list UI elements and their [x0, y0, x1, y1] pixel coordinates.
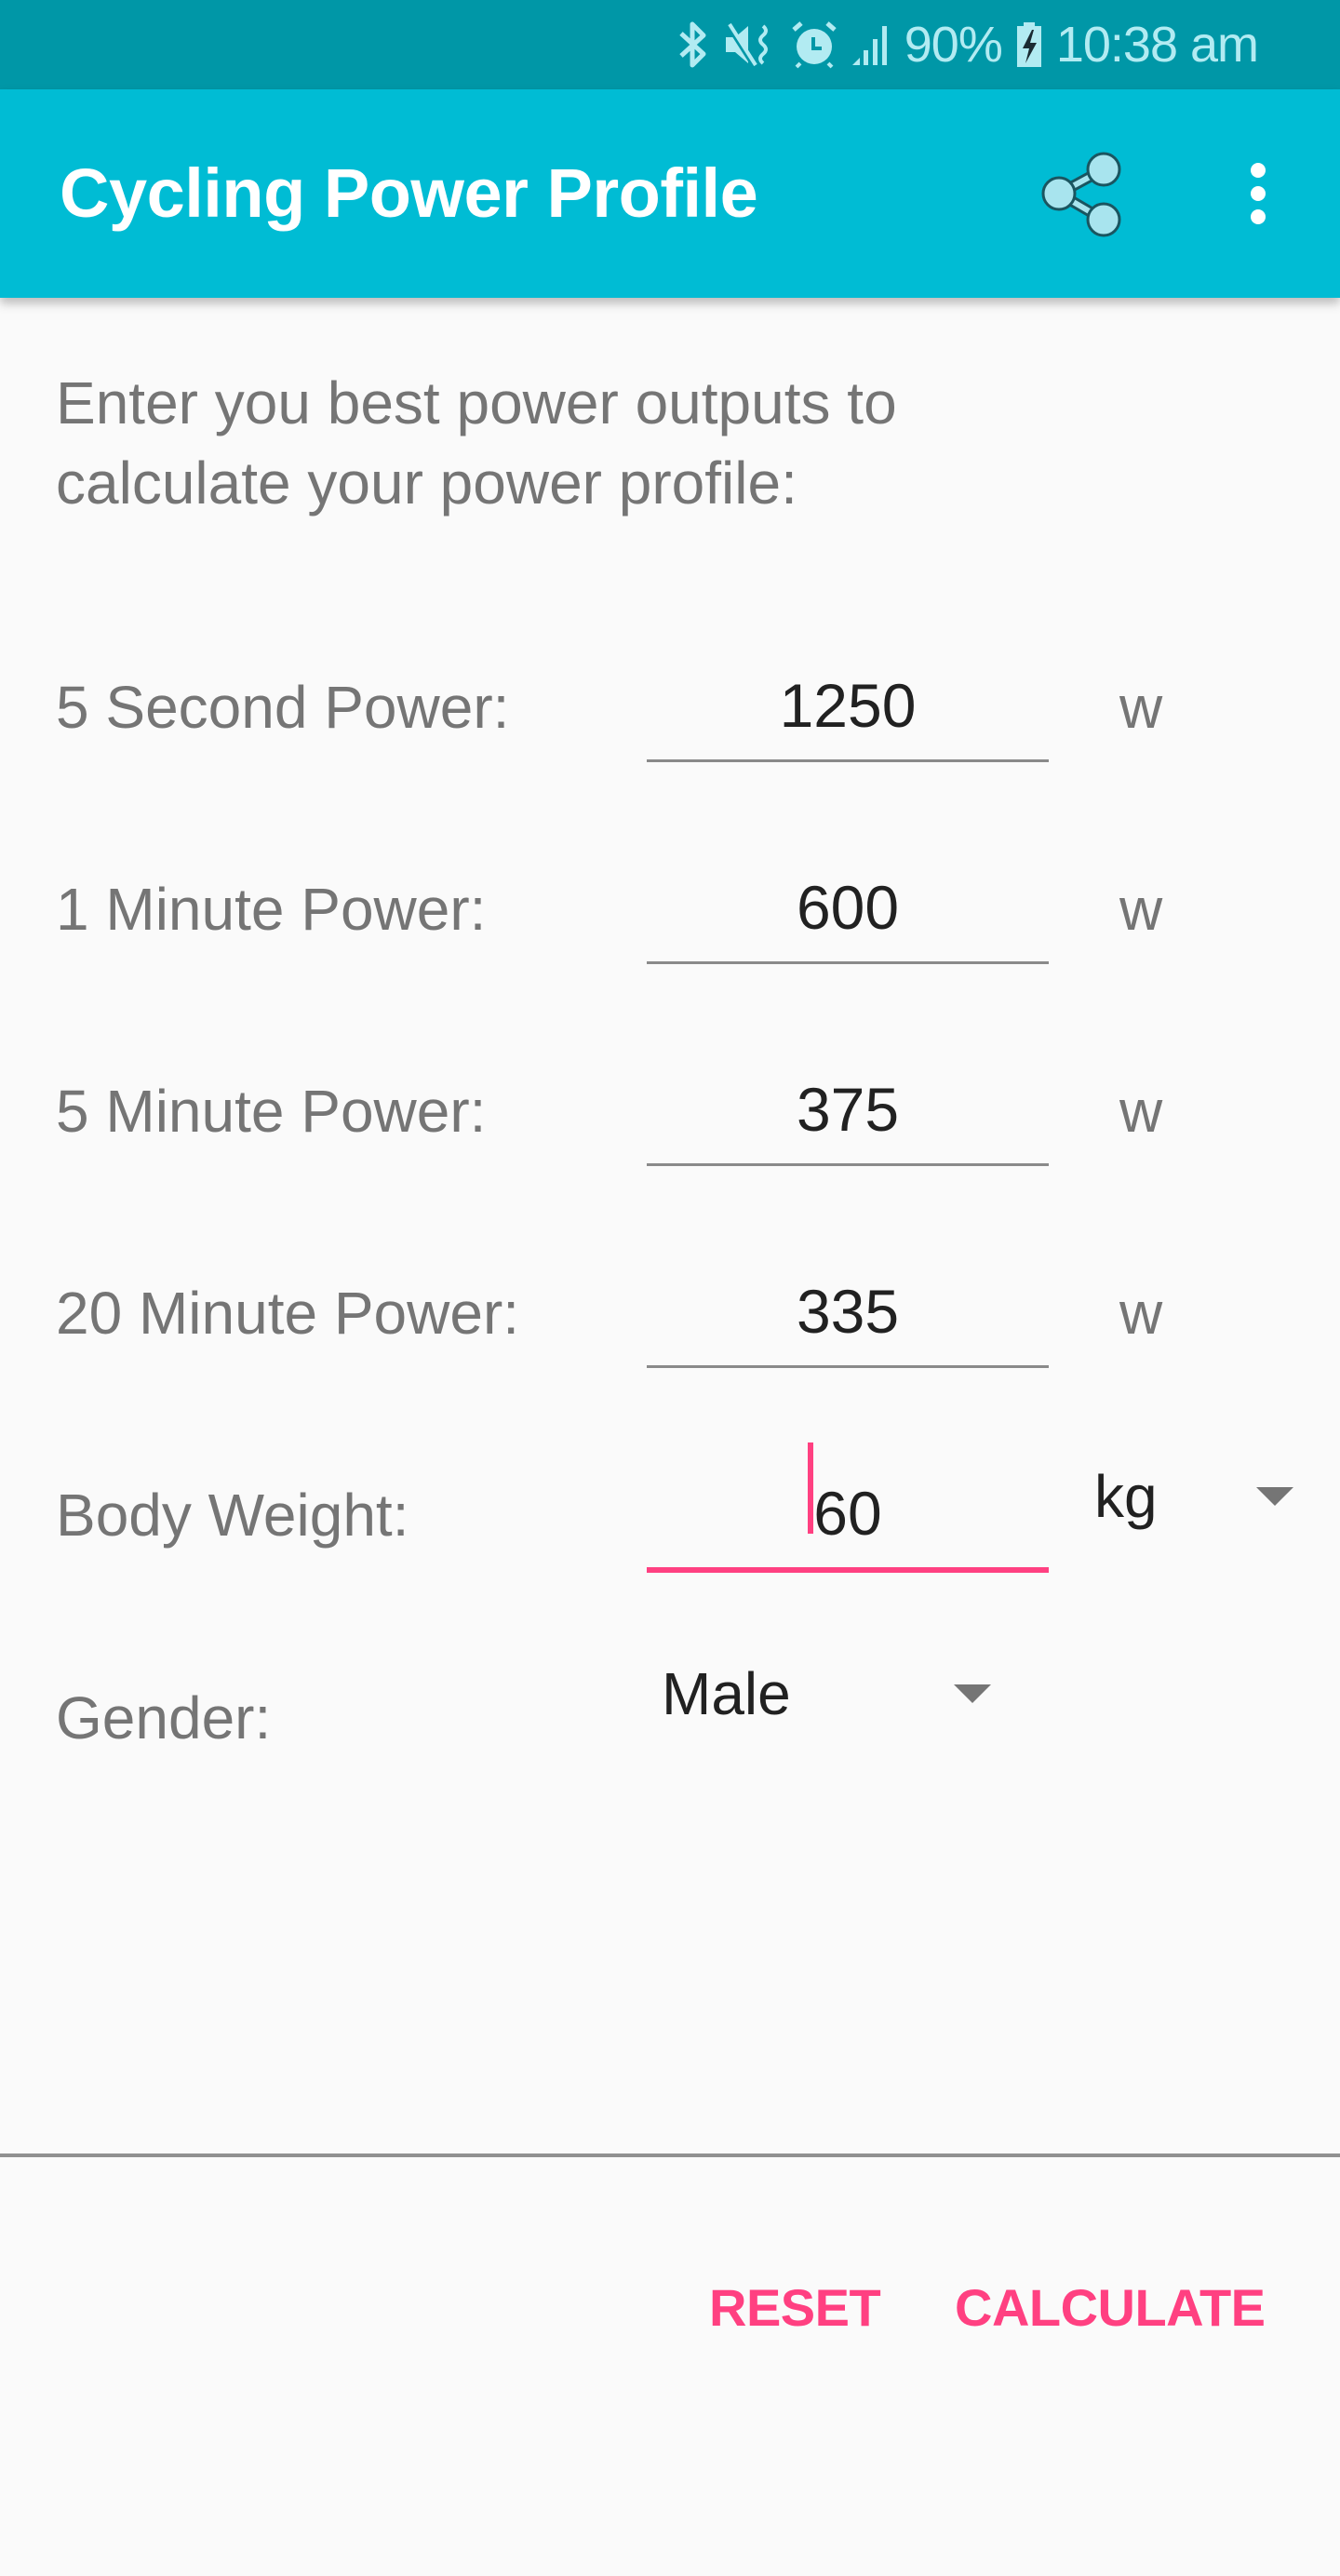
input-5-second-power[interactable]	[647, 651, 1049, 759]
share-icon	[1041, 152, 1121, 237]
text-cursor	[808, 1442, 813, 1534]
unit-20-minute-power: w	[1119, 1280, 1163, 1347]
weight-unit-value: kg	[1094, 1463, 1158, 1530]
input-20-minute-power[interactable]	[647, 1257, 1049, 1365]
intro-text: Enter you best power outputs to calculat…	[56, 369, 897, 517]
row-5-second-power: 5 Second Power: w	[0, 642, 1340, 791]
field-20-minute-power[interactable]	[647, 1257, 1049, 1368]
more-options-button[interactable]	[1210, 136, 1306, 251]
bluetooth-icon	[679, 21, 706, 68]
gender-value: Male	[662, 1660, 791, 1727]
calculate-button[interactable]: CALCULATE	[955, 2261, 1266, 2355]
battery-charging-icon	[1016, 22, 1041, 67]
more-vert-icon	[1251, 163, 1266, 178]
dropdown-arrow-icon	[1256, 1487, 1293, 1506]
weight-unit-dropdown[interactable]: kg	[1079, 1452, 1312, 1536]
field-1-minute-power[interactable]	[647, 853, 1049, 964]
row-1-minute-power: 1 Minute Power: w	[0, 844, 1340, 993]
input-1-minute-power[interactable]	[647, 853, 1049, 961]
field-5-minute-power[interactable]	[647, 1055, 1049, 1166]
unit-1-minute-power: w	[1119, 876, 1163, 943]
app-title: Cycling Power Profile	[60, 154, 758, 232]
unit-5-second-power: w	[1119, 674, 1163, 741]
share-button[interactable]	[1024, 136, 1139, 251]
label-5-second-power: 5 Second Power:	[56, 674, 510, 741]
reset-button[interactable]: RESET	[709, 2261, 881, 2355]
clock-time: 10:38 am	[1055, 17, 1259, 73]
input-5-minute-power[interactable]	[647, 1055, 1049, 1163]
signal-icon	[851, 26, 887, 65]
divider	[0, 2153, 1340, 2157]
field-5-second-power[interactable]	[647, 651, 1049, 762]
row-20-minute-power: 20 Minute Power: w	[0, 1248, 1340, 1397]
more-vert-icon-dot	[1251, 186, 1266, 201]
label-gender: Gender:	[56, 1684, 272, 1751]
vibrate-mute-icon	[725, 22, 768, 67]
label-1-minute-power: 1 Minute Power:	[56, 876, 487, 943]
unit-5-minute-power: w	[1119, 1078, 1163, 1145]
row-5-minute-power: 5 Minute Power: w	[0, 1046, 1340, 1195]
status-bar: 90% 10:38 am	[0, 0, 1340, 89]
more-vert-icon-dot	[1251, 209, 1266, 224]
label-20-minute-power: 20 Minute Power:	[56, 1280, 520, 1347]
label-body-weight: Body Weight:	[56, 1482, 409, 1549]
alarm-icon	[792, 21, 837, 69]
field-body-weight[interactable]	[647, 1459, 1049, 1573]
dropdown-arrow-icon	[954, 1684, 991, 1703]
battery-percent: 90%	[904, 17, 1003, 73]
app-bar: Cycling Power Profile	[0, 89, 1340, 298]
input-body-weight[interactable]	[647, 1459, 1049, 1567]
gender-dropdown[interactable]: Male	[647, 1653, 1019, 1737]
label-5-minute-power: 5 Minute Power:	[56, 1078, 487, 1145]
